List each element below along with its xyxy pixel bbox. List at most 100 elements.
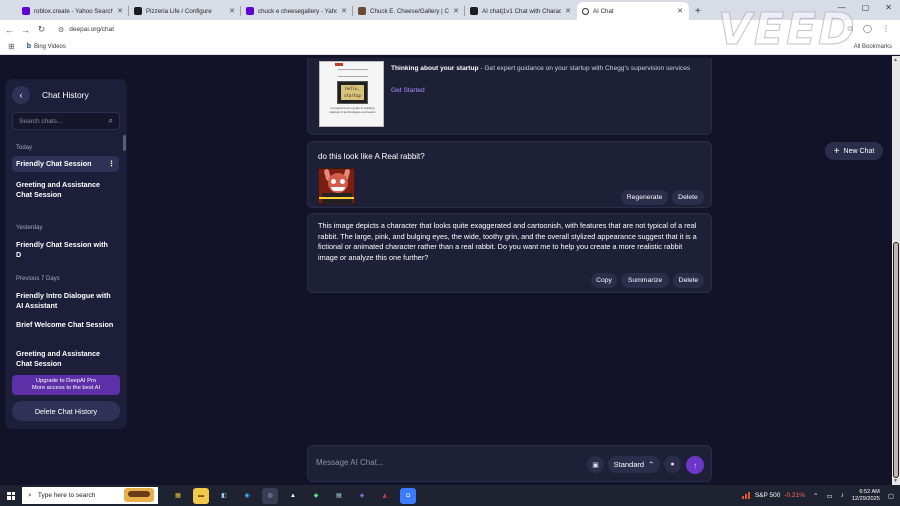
browser-tab-5[interactable]: AI chat|1v1 Chat with Characte ✕ — [465, 2, 577, 20]
attach-image-button[interactable]: ▣ — [587, 456, 604, 473]
forward-arrow-icon[interactable]: → — [19, 25, 32, 35]
sidebar-item-chat[interactable]: Greeting and Assistance Chat Session — [12, 346, 119, 371]
collapse-sidebar-button[interactable]: ‹ — [12, 86, 30, 104]
delete-response-button[interactable]: Delete — [673, 273, 704, 288]
ad-title: Thinking about your startup — [391, 65, 479, 72]
ad-text: Thinking about your startup - Get expert… — [391, 63, 701, 75]
window-close-icon[interactable]: ✕ — [885, 3, 892, 12]
network-icon[interactable]: ▭ — [826, 492, 832, 500]
sidebar-item-chat[interactable]: Friendly Intro Dialogue with AI Assistan… — [12, 288, 119, 313]
site-settings-icon[interactable]: ⚙ — [58, 26, 64, 34]
close-icon[interactable]: ✕ — [565, 7, 571, 15]
yahoo-icon — [22, 7, 30, 15]
bookmark-bing-videos[interactable]: b Bing Videos — [27, 43, 66, 50]
app-icon-1[interactable]: ▲ — [285, 488, 301, 504]
scrollbar-thumb[interactable] — [893, 242, 899, 478]
sidebar-item-chat[interactable]: Friendly Chat Session ⋮ — [12, 156, 119, 172]
url-text: deepai.org/chat — [69, 26, 115, 33]
get-started-link[interactable]: Get Started — [391, 87, 425, 94]
back-arrow-icon[interactable]: ← — [3, 25, 16, 35]
chevron-up-icon[interactable]: ⌃ — [813, 492, 818, 500]
search-icon[interactable]: ⌕ — [109, 116, 113, 126]
browser-tab-1[interactable]: roblox.create - Yahoo Search Re✕ — [17, 2, 129, 20]
close-icon[interactable]: ✕ — [229, 7, 235, 15]
more-options-icon[interactable]: ⋮ — [108, 159, 115, 169]
new-chat-button[interactable]: + New Chat — [825, 142, 883, 160]
user-message: do this look like A Real rabbit? Regener… — [307, 141, 712, 208]
chrome-icon[interactable]: ◎ — [262, 487, 278, 504]
assistant-message-text: This image depicts a character that look… — [318, 221, 697, 262]
volume-icon[interactable]: ♪ — [841, 492, 844, 499]
stock-widget[interactable]: S&P 500 -0.21% — [741, 492, 805, 499]
profile-icon[interactable]: ◯ — [863, 24, 872, 34]
chat-search-input[interactable] — [19, 117, 103, 125]
browser-tab-4[interactable]: Chuck E. Cheese/Gallery | Chuck✕ — [353, 2, 465, 20]
start-button[interactable] — [0, 491, 22, 500]
close-icon[interactable]: ✕ — [453, 7, 459, 15]
scroll-down-icon[interactable]: ▼ — [893, 478, 898, 484]
clock[interactable]: 6:52 AM 12/29/2025 — [852, 489, 880, 503]
image-icon: ▣ — [592, 461, 599, 469]
search-icon: ⌕ — [28, 491, 32, 499]
sidebar-item-chat[interactable]: Brief Welcome Chat Session — [12, 317, 119, 333]
section-label-today: Today — [16, 145, 33, 151]
section-label-previous-7-days: Previous 7 Days — [16, 276, 60, 282]
instagram-icon — [134, 7, 142, 15]
yahoo-icon — [246, 7, 254, 15]
edge-icon[interactable]: ◉ — [239, 488, 255, 504]
section-label-yesterday: Yesterday — [16, 225, 43, 231]
upgrade-pro-button[interactable]: Upgrade to DeepAI Pro More access to the… — [12, 375, 120, 395]
delete-message-button[interactable]: Delete — [672, 190, 704, 205]
chat-history-sidebar: ‹ Chat History ⌕ Today Friendly Chat Ses… — [5, 79, 127, 429]
model-mode-selector[interactable]: Standard ⌃ — [608, 456, 660, 473]
calculator-icon[interactable]: ▤ — [331, 488, 347, 504]
app-icon-3[interactable]: ◈ — [354, 488, 370, 504]
sidebar-item-chat[interactable]: Friendly Chat Session with D — [12, 237, 119, 262]
plus-icon: + — [833, 145, 840, 157]
app-icon-5[interactable]: ◘ — [400, 487, 416, 504]
microphone-button[interactable]: ● — [664, 456, 681, 473]
task-view-icon[interactable]: ▦ — [170, 488, 186, 504]
file-explorer-icon[interactable]: ▬ — [193, 487, 209, 504]
sidebar-title: Chat History — [42, 90, 89, 100]
apps-grid-icon[interactable]: ⊞ — [8, 42, 15, 51]
veed-watermark: VEED — [718, 4, 857, 56]
system-tray: S&P 500 -0.21% ⌃ ▭ ♪ 6:52 AM 12/29/2025 … — [741, 485, 894, 506]
copy-button[interactable]: Copy — [591, 273, 617, 288]
menu-icon[interactable]: ⋮ — [882, 24, 890, 34]
app-icon-2[interactable]: ◆ — [308, 488, 324, 504]
search-highlight-art — [124, 488, 154, 502]
maximize-icon[interactable]: ▢ — [862, 3, 870, 12]
sidebar-scrollbar-thumb[interactable] — [123, 135, 126, 151]
chevron-left-icon: ‹ — [19, 90, 23, 100]
page-scrollbar[interactable]: ▲ ▼ — [892, 56, 900, 485]
scroll-up-icon[interactable]: ▲ — [893, 57, 898, 63]
taskbar-search-box[interactable]: ⌕ Type here to search — [22, 487, 158, 504]
browser-tab-3[interactable]: chuck e cheesegallery - Yahoo ✕ — [241, 2, 353, 20]
browser-tab-2[interactable]: Pizzeria Life / Configure ✕ — [129, 2, 241, 20]
close-icon[interactable]: ✕ — [117, 7, 123, 15]
app-icon-4[interactable]: ◭ — [377, 488, 393, 504]
uploaded-image-thumbnail[interactable] — [318, 168, 355, 204]
reload-icon[interactable]: ↻ — [35, 24, 48, 35]
send-button[interactable]: ↑ — [686, 456, 704, 474]
windows-taskbar: ⌕ Type here to search ▦ ▬ ◧ ◉ ◎ ▲ ◆ ▤ ◈ … — [0, 485, 900, 506]
sidebar-item-chat[interactable]: Greeting and Assistance Chat Session — [12, 177, 119, 202]
browser-tab-6[interactable]: AI Chat ✕ — [577, 2, 689, 20]
regenerate-button[interactable]: Regenerate — [621, 190, 668, 205]
url-field[interactable]: ⚙ deepai.org/chat — [58, 26, 114, 34]
deepai-icon — [582, 7, 589, 15]
sponsored-card: hello, startup A programmer's guide to b… — [307, 58, 712, 135]
summarize-button[interactable]: Summarize — [621, 273, 669, 288]
store-icon[interactable]: ◧ — [216, 488, 232, 504]
message-input[interactable] — [316, 458, 546, 467]
close-icon[interactable]: ✕ — [341, 7, 347, 15]
delete-chat-history-button[interactable]: Delete Chat History — [12, 401, 120, 421]
all-bookmarks[interactable]: All Bookmarks — [854, 44, 892, 50]
ad-image[interactable]: hello, startup A programmer's guide to b… — [319, 61, 384, 127]
close-icon[interactable]: ✕ — [677, 7, 683, 15]
notifications-icon[interactable]: ▢ — [888, 492, 894, 500]
new-tab-icon[interactable]: + — [695, 6, 701, 17]
arrow-up-icon: ↑ — [693, 460, 697, 470]
message-composer: ▣ Standard ⌃ ● ↑ — [307, 445, 712, 482]
